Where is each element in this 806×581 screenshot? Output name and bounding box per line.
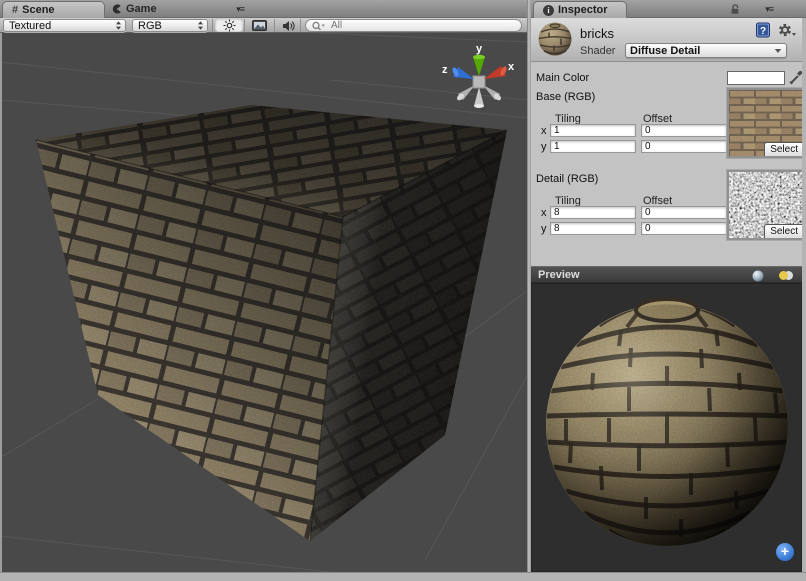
preview-title: Preview [538, 269, 580, 281]
lighting-toggle-icon [778, 270, 794, 281]
inspector-tabbar: i Inspector ▾≡ [531, 0, 806, 18]
base-offset-y-field[interactable] [641, 140, 727, 153]
detail-texture-thumbnail[interactable]: Select [727, 170, 805, 240]
base-section-title: Base (RGB) [536, 91, 595, 103]
detail-offset-x-field[interactable] [641, 206, 727, 219]
audio-icon [282, 20, 295, 32]
scene-tabbar: # Scene Game ▾≡ [0, 0, 527, 18]
tab-scene-label: Scene [22, 4, 54, 16]
render-channel-value: RGB [138, 20, 196, 32]
tab-game-label: Game [126, 3, 157, 15]
base-offset-x-field[interactable] [641, 124, 727, 137]
scene-viewport[interactable]: y x z [0, 33, 527, 572]
scene-audio-toggle[interactable] [276, 19, 300, 32]
main-color-swatch[interactable] [727, 71, 785, 85]
base-select-button[interactable]: Select [764, 142, 803, 156]
material-name: bricks [580, 26, 614, 41]
tab-inspector[interactable]: i Inspector [533, 1, 627, 18]
scene-3d-render: y x z [0, 33, 527, 572]
material-header: bricks Shader Diffuse Detail ? [531, 18, 806, 62]
detail-section-title: Detail (RGB) [536, 173, 598, 185]
axis-gizmo[interactable]: y x z [442, 43, 515, 108]
gizmo-x-axis[interactable] [484, 65, 508, 79]
render-channel-dropdown[interactable]: RGB [132, 19, 208, 32]
scene-search-field[interactable] [305, 19, 522, 32]
sphere-preview-icon [752, 270, 764, 282]
plus-icon: + [781, 543, 789, 559]
gizmo-center-cube[interactable] [473, 76, 485, 88]
base-tiling-y-field[interactable] [550, 140, 636, 153]
preview-viewport[interactable]: + [531, 283, 802, 572]
detail-select-button[interactable]: Select [764, 224, 803, 238]
stepper-arrows-icon [114, 20, 123, 31]
detail-tiling-y-field[interactable] [550, 222, 636, 235]
preview-lighting-button[interactable] [774, 269, 798, 282]
tab-scene[interactable]: # Scene [2, 1, 105, 18]
gear-menu-arrow-icon [792, 33, 796, 36]
render-mode-dropdown[interactable]: Textured [3, 19, 126, 32]
svg-text:?: ? [760, 26, 766, 37]
preview-sphere-render [531, 283, 802, 572]
brick-cube[interactable] [36, 105, 507, 541]
window-left-edge [0, 33, 2, 572]
shader-dropdown[interactable]: Diffuse Detail [625, 43, 787, 58]
info-icon: i [543, 5, 554, 16]
detail-tiling-x-field[interactable] [550, 206, 636, 219]
main-color-label: Main Color [536, 72, 589, 84]
tab-game[interactable]: Game [112, 0, 157, 18]
gizmo-x-label: x [508, 61, 515, 73]
chevron-down-icon [774, 48, 782, 54]
base-x-label: x [541, 125, 547, 137]
detail-offset-y-field[interactable] [641, 222, 727, 235]
scene-overlay-toggle[interactable] [246, 19, 273, 32]
preview-add-button[interactable]: + [776, 543, 794, 561]
base-tiling-x-field[interactable] [550, 124, 636, 137]
material-properties: Main Color Base (RGB) Tiling Offset x y [531, 62, 802, 266]
inspector-tab-menu-icon[interactable]: ▾≡ [765, 4, 773, 15]
gear-icon[interactable] [777, 22, 797, 38]
shader-label: Shader [580, 45, 615, 57]
image-icon [252, 20, 267, 31]
gizmo-y-label: y [476, 43, 483, 55]
scene-toolbar: Textured RGB [0, 18, 527, 33]
grid-icon: # [12, 4, 18, 16]
scene-lighting-toggle[interactable] [215, 19, 243, 32]
window-right-edge [802, 18, 806, 572]
detail-y-label: y [541, 223, 547, 235]
material-thumbnail-sphere[interactable] [537, 21, 573, 57]
tab-inspector-label: Inspector [558, 4, 608, 16]
search-icon [312, 21, 326, 31]
help-icon[interactable]: ? [755, 22, 771, 38]
gizmo-z-label: z [442, 64, 448, 76]
window-bottom-edge [0, 572, 806, 581]
preview-sphere-button[interactable] [746, 269, 770, 282]
game-icon [112, 4, 122, 14]
unity-editor-window: # Scene Game ▾≡ Textured RGB [0, 0, 806, 581]
gizmo-z-axis[interactable] [451, 66, 474, 79]
render-mode-value: Textured [9, 20, 114, 32]
base-texture-thumbnail[interactable]: Select [727, 88, 805, 158]
scene-tab-menu-icon[interactable]: ▾≡ [236, 4, 244, 15]
base-y-label: y [541, 141, 547, 153]
sun-icon [223, 19, 236, 32]
lock-icon[interactable] [729, 3, 741, 15]
search-input[interactable] [329, 19, 513, 32]
gizmo-y-axis[interactable] [473, 55, 485, 76]
preview-header[interactable]: Preview [531, 266, 802, 283]
stepper-arrows-icon [196, 20, 205, 31]
shader-value: Diffuse Detail [630, 45, 774, 57]
detail-x-label: x [541, 207, 547, 219]
